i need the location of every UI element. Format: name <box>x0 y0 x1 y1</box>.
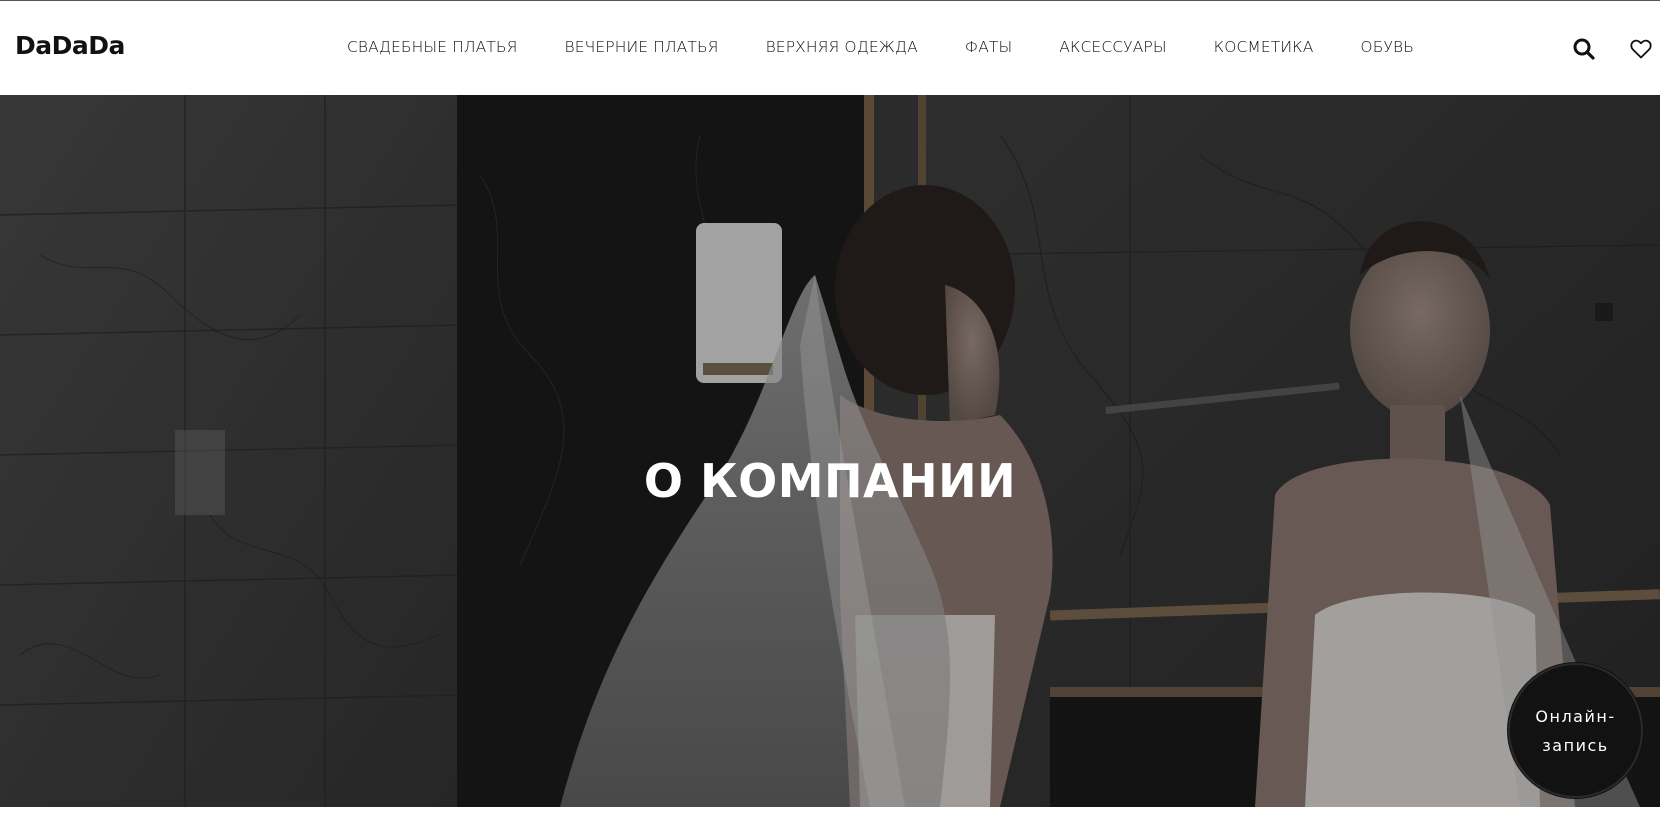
site-header: DaDaDa СВАДЕБНЫЕ ПЛАТЬЯ ВЕЧЕРНИЕ ПЛАТЬЯ … <box>0 0 1660 95</box>
heart-icon <box>1630 39 1652 59</box>
main-nav: СВАДЕБНЫЕ ПЛАТЬЯ ВЕЧЕРНИЕ ПЛАТЬЯ ВЕРХНЯЯ… <box>347 38 1414 56</box>
nav-item-accessories[interactable]: АКСЕССУАРЫ <box>1059 38 1166 56</box>
hero-banner: О КОМПАНИИ <box>0 95 1660 807</box>
page-bottom-strip <box>0 807 1660 830</box>
brand-logo[interactable]: DaDaDa <box>15 31 125 60</box>
nav-item-cosmetics[interactable]: КОСМЕТИКА <box>1214 38 1314 56</box>
online-booking-button[interactable]: Онлайн-запись <box>1508 663 1643 798</box>
search-icon <box>1573 38 1595 60</box>
nav-item-outerwear[interactable]: ВЕРХНЯЯ ОДЕЖДА <box>766 38 918 56</box>
hero-photo <box>0 95 1660 807</box>
online-booking-label: Онлайн-запись <box>1535 706 1616 755</box>
search-button[interactable] <box>1572 37 1596 61</box>
nav-item-shoes[interactable]: ОБУВЬ <box>1360 38 1414 56</box>
page-title: О КОМПАНИИ <box>643 453 1017 508</box>
nav-item-veils[interactable]: ФАТЫ <box>965 38 1012 56</box>
nav-item-wedding-dresses[interactable]: СВАДЕБНЫЕ ПЛАТЬЯ <box>347 38 517 56</box>
favorites-button[interactable] <box>1629 37 1653 61</box>
nav-item-evening-dresses[interactable]: ВЕЧЕРНИЕ ПЛАТЬЯ <box>564 38 718 56</box>
